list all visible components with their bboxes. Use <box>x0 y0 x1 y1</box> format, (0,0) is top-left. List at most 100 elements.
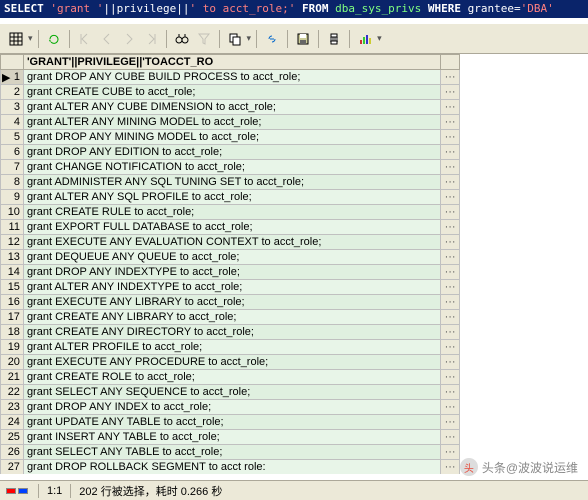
data-cell[interactable]: grant EXPORT FULL DATABASE to acct_role; <box>23 220 440 235</box>
data-cell[interactable]: grant CREATE ROLE to acct_role; <box>23 370 440 385</box>
ellipsis-button[interactable]: ··· <box>441 355 460 370</box>
row-number[interactable]: 6 <box>1 145 24 160</box>
row-number[interactable]: 2 <box>1 85 24 100</box>
ellipsis-button[interactable]: ··· <box>441 295 460 310</box>
ellipsis-button[interactable]: ··· <box>441 385 460 400</box>
ellipsis-button[interactable]: ··· <box>441 340 460 355</box>
ellipsis-button[interactable]: ··· <box>441 100 460 115</box>
table-row[interactable]: 7grant CHANGE NOTIFICATION to acct_role;… <box>1 160 460 175</box>
table-row[interactable]: 18grant CREATE ANY DIRECTORY to acct_rol… <box>1 325 460 340</box>
save-icon[interactable] <box>293 29 313 49</box>
data-cell[interactable]: grant DROP ANY INDEX to acct_role; <box>23 400 440 415</box>
data-cell[interactable]: grant ALTER ANY SQL PROFILE to acct_role… <box>23 190 440 205</box>
table-row[interactable]: 16grant EXECUTE ANY LIBRARY to acct_role… <box>1 295 460 310</box>
table-row[interactable]: 26grant SELECT ANY TABLE to acct_role;··… <box>1 445 460 460</box>
table-row[interactable]: 24grant UPDATE ANY TABLE to acct_role;··… <box>1 415 460 430</box>
table-row[interactable]: 9grant ALTER ANY SQL PROFILE to acct_rol… <box>1 190 460 205</box>
row-number[interactable]: 23 <box>1 400 24 415</box>
data-cell[interactable]: grant CREATE ANY LIBRARY to acct_role; <box>23 310 440 325</box>
data-cell[interactable]: grant ALTER PROFILE to acct_role; <box>23 340 440 355</box>
row-number[interactable]: 25 <box>1 430 24 445</box>
ellipsis-button[interactable]: ··· <box>441 145 460 160</box>
row-number[interactable]: 9 <box>1 190 24 205</box>
row-number[interactable]: 18 <box>1 325 24 340</box>
data-cell[interactable]: grant DROP ANY CUBE BUILD PROCESS to acc… <box>23 70 440 85</box>
data-cell[interactable]: grant CREATE CUBE to acct_role; <box>23 85 440 100</box>
table-row[interactable]: 8grant ADMINISTER ANY SQL TUNING SET to … <box>1 175 460 190</box>
link-icon[interactable] <box>262 29 282 49</box>
table-row[interactable]: 19grant ALTER PROFILE to acct_role;··· <box>1 340 460 355</box>
table-row[interactable]: 13grant DEQUEUE ANY QUEUE to acct_role;·… <box>1 250 460 265</box>
chart-icon[interactable] <box>355 29 375 49</box>
table-row[interactable]: 4grant ALTER ANY MINING MODEL to acct_ro… <box>1 115 460 130</box>
ellipsis-button[interactable]: ··· <box>441 205 460 220</box>
row-number[interactable]: 24 <box>1 415 24 430</box>
copy-icon[interactable] <box>225 29 245 49</box>
row-number[interactable]: 7 <box>1 160 24 175</box>
table-row[interactable]: 21grant CREATE ROLE to acct_role;··· <box>1 370 460 385</box>
results-grid[interactable]: 'GRANT'||PRIVILEGE||'TOACCT_RO ▶1grant D… <box>0 54 460 474</box>
ellipsis-button[interactable]: ··· <box>441 250 460 265</box>
table-row[interactable]: 3grant ALTER ANY CUBE DIMENSION to acct_… <box>1 100 460 115</box>
ellipsis-button[interactable]: ··· <box>441 265 460 280</box>
data-cell[interactable]: grant ADMINISTER ANY SQL TUNING SET to a… <box>23 175 440 190</box>
row-number[interactable]: 5 <box>1 130 24 145</box>
data-cell[interactable]: grant ALTER ANY CUBE DIMENSION to acct_r… <box>23 100 440 115</box>
prev-icon[interactable] <box>97 29 117 49</box>
table-row[interactable]: 14grant DROP ANY INDEXTYPE to acct_role;… <box>1 265 460 280</box>
data-cell[interactable]: grant SELECT ANY SEQUENCE to acct_role; <box>23 385 440 400</box>
ellipsis-button[interactable]: ··· <box>441 400 460 415</box>
data-cell[interactable]: grant CREATE ANY DIRECTORY to acct_role; <box>23 325 440 340</box>
binoculars-icon[interactable] <box>172 29 192 49</box>
row-number[interactable]: 26 <box>1 445 24 460</box>
data-cell[interactable]: grant EXECUTE ANY PROCEDURE to acct_role… <box>23 355 440 370</box>
next-icon[interactable] <box>119 29 139 49</box>
filter-icon[interactable] <box>194 29 214 49</box>
ellipsis-button[interactable]: ··· <box>441 175 460 190</box>
row-number[interactable]: 12 <box>1 235 24 250</box>
row-number[interactable]: 21 <box>1 370 24 385</box>
last-icon[interactable] <box>141 29 161 49</box>
table-row[interactable]: ▶1grant DROP ANY CUBE BUILD PROCESS to a… <box>1 70 460 85</box>
ellipsis-button[interactable]: ··· <box>441 160 460 175</box>
row-number[interactable]: 4 <box>1 115 24 130</box>
table-row[interactable]: 10grant CREATE RULE to acct_role;··· <box>1 205 460 220</box>
row-number[interactable]: 11 <box>1 220 24 235</box>
data-cell[interactable]: grant DROP ANY EDITION to acct_role; <box>23 145 440 160</box>
data-cell[interactable]: grant INSERT ANY TABLE to acct_role; <box>23 430 440 445</box>
ellipsis-button[interactable]: ··· <box>441 310 460 325</box>
data-cell[interactable]: grant EXECUTE ANY LIBRARY to acct_role; <box>23 295 440 310</box>
table-row[interactable]: 11grant EXPORT FULL DATABASE to acct_rol… <box>1 220 460 235</box>
table-row[interactable]: 6grant DROP ANY EDITION to acct_role;··· <box>1 145 460 160</box>
table-row[interactable]: 15grant ALTER ANY INDEXTYPE to acct_role… <box>1 280 460 295</box>
row-number[interactable]: 22 <box>1 385 24 400</box>
column-header[interactable]: 'GRANT'||PRIVILEGE||'TOACCT_RO <box>23 55 440 70</box>
table-row[interactable]: 2grant CREATE CUBE to acct_role;··· <box>1 85 460 100</box>
table-row[interactable]: 17grant CREATE ANY LIBRARY to acct_role;… <box>1 310 460 325</box>
ellipsis-button[interactable]: ··· <box>441 370 460 385</box>
row-number[interactable]: 3 <box>1 100 24 115</box>
data-cell[interactable]: grant UPDATE ANY TABLE to acct_role; <box>23 415 440 430</box>
ellipsis-button[interactable]: ··· <box>441 235 460 250</box>
data-cell[interactable]: grant SELECT ANY TABLE to acct_role; <box>23 445 440 460</box>
row-number[interactable]: 19 <box>1 340 24 355</box>
ellipsis-button[interactable]: ··· <box>441 130 460 145</box>
row-number[interactable]: 10 <box>1 205 24 220</box>
table-row[interactable]: 27grant DROP ROLLBACK SEGMENT to acct ro… <box>1 460 460 475</box>
table-row[interactable]: 20grant EXECUTE ANY PROCEDURE to acct_ro… <box>1 355 460 370</box>
data-cell[interactable]: grant DROP ANY INDEXTYPE to acct_role; <box>23 265 440 280</box>
ellipsis-button[interactable]: ··· <box>441 115 460 130</box>
data-cell[interactable]: grant DEQUEUE ANY QUEUE to acct_role; <box>23 250 440 265</box>
ellipsis-button[interactable]: ··· <box>441 445 460 460</box>
data-cell[interactable]: grant CREATE RULE to acct_role; <box>23 205 440 220</box>
ellipsis-button[interactable]: ··· <box>441 415 460 430</box>
print-icon[interactable] <box>324 29 344 49</box>
table-row[interactable]: 12grant EXECUTE ANY EVALUATION CONTEXT t… <box>1 235 460 250</box>
row-number[interactable]: 20 <box>1 355 24 370</box>
data-cell[interactable]: grant CHANGE NOTIFICATION to acct_role; <box>23 160 440 175</box>
ellipsis-button[interactable]: ··· <box>441 430 460 445</box>
data-cell[interactable]: grant ALTER ANY INDEXTYPE to acct_role; <box>23 280 440 295</box>
data-cell[interactable]: grant DROP ROLLBACK SEGMENT to acct role… <box>23 460 440 475</box>
row-number[interactable]: 27 <box>1 460 24 475</box>
row-number[interactable]: ▶1 <box>1 70 24 85</box>
